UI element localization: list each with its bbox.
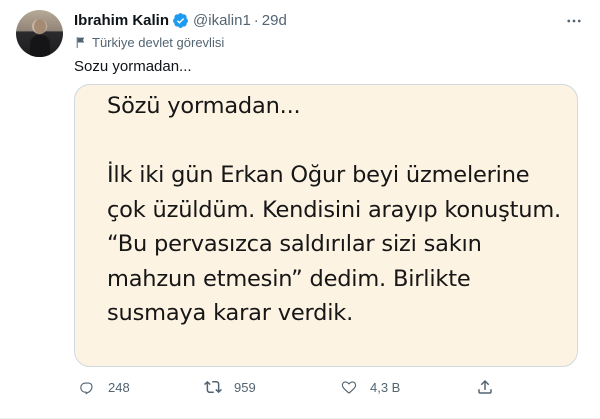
tweet-header: Ibrahim Kalin @ikalin1 · 29d bbox=[74, 12, 287, 29]
retweet-icon bbox=[204, 380, 222, 394]
like-button[interactable]: 4,3 B bbox=[340, 378, 400, 396]
separator-dot: · bbox=[253, 12, 259, 29]
more-icon[interactable] bbox=[564, 12, 584, 30]
avatar-head bbox=[34, 19, 46, 34]
tweet-text: Sozu yormadan... bbox=[74, 58, 192, 75]
verified-badge-icon bbox=[173, 13, 189, 28]
like-count: 4,3 B bbox=[370, 379, 401, 395]
reply-icon bbox=[80, 382, 93, 395]
share-icon bbox=[478, 379, 492, 394]
avatar-suit bbox=[30, 35, 50, 57]
tweet-image-text: Sözü yormadan... İlk iki gün Erkan Oğur … bbox=[107, 93, 561, 326]
government-label[interactable]: Türkiye devlet görevlisi bbox=[74, 35, 224, 50]
share-button[interactable] bbox=[476, 378, 494, 396]
retweet-button[interactable]: 959 bbox=[204, 378, 256, 396]
reply-count: 248 bbox=[108, 379, 130, 395]
like-icon bbox=[341, 381, 357, 394]
avatar[interactable] bbox=[16, 10, 63, 57]
flag-icon bbox=[76, 37, 85, 48]
tweet-image[interactable]: Sözü yormadan... İlk iki gün Erkan Oğur … bbox=[74, 84, 578, 367]
retweet-count: 959 bbox=[234, 379, 256, 395]
tweet[interactable]: Ibrahim Kalin @ikalin1 · 29d Türkiye dev… bbox=[0, 0, 600, 419]
author-name[interactable]: Ibrahim Kalin bbox=[74, 12, 169, 29]
reply-button[interactable]: 248 bbox=[78, 378, 130, 396]
tweet-time[interactable]: 29d bbox=[262, 12, 287, 29]
government-label-text: Türkiye devlet görevlisi bbox=[92, 35, 225, 50]
tweet-actions: 248 959 4,3 B bbox=[64, 378, 584, 400]
author-handle[interactable]: @ikalin1 bbox=[193, 12, 251, 29]
